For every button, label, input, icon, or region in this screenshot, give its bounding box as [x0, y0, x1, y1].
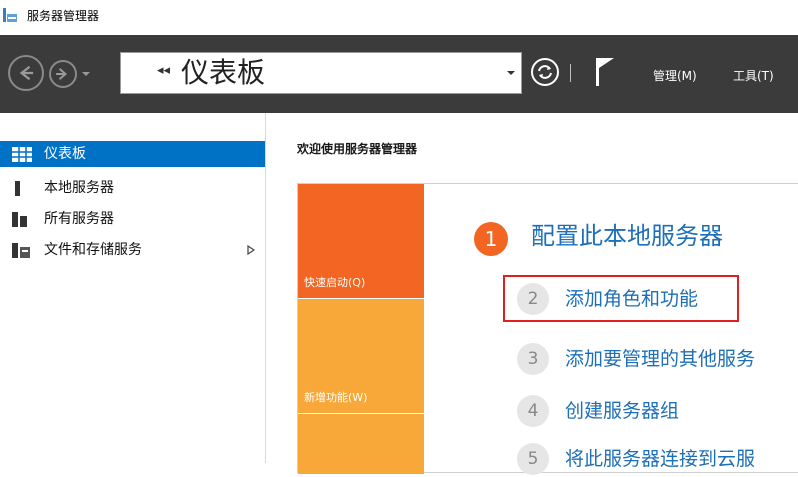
page-title: 欢迎使用服务器管理器 — [297, 142, 418, 156]
quick-start-tile[interactable]: 快速启动(Q) — [298, 184, 424, 298]
back-arrow-icon — [19, 65, 34, 81]
configure-local-server-link[interactable]: 配置此本地服务器 — [531, 218, 723, 254]
toolbar-divider — [570, 64, 571, 82]
forward-button[interactable] — [49, 60, 77, 88]
sidebar-item-label: 文件和存储服务 — [44, 242, 142, 258]
step-number: 3 — [517, 343, 549, 375]
refresh-icon[interactable] — [530, 57, 560, 87]
step-number: 2 — [517, 283, 549, 315]
sidebar-item-file-storage[interactable]: 文件和存储服务 — [0, 237, 265, 263]
learn-more-tile[interactable] — [298, 414, 424, 474]
manage-menu[interactable]: 管理(M) — [653, 67, 697, 84]
file-storage-icon — [12, 243, 30, 258]
server-icon — [15, 181, 20, 196]
toolbar: ◂◂ 仪表板 管理(M) 工具(T) — [0, 35, 798, 113]
sidebar-item-local-server[interactable]: 本地服务器 — [0, 175, 265, 201]
sidebar-item-label: 仪表板 — [44, 146, 86, 162]
forward-arrow-icon — [56, 68, 68, 80]
tile-label: 快速启动(Q) — [304, 276, 366, 289]
back-button[interactable] — [8, 55, 44, 91]
connect-cloud-link[interactable]: 将此服务器连接到云服 — [565, 446, 755, 472]
main-content: 欢迎使用服务器管理器 快速启动(Q) 新增功能(W) 1 配置此本地服务器 2 … — [266, 113, 798, 475]
sidebar-item-label: 本地服务器 — [44, 180, 114, 196]
breadcrumb-chevron-icon: ◂◂ — [157, 63, 171, 78]
sidebar-item-label: 所有服务器 — [44, 211, 114, 227]
history-dropdown-icon[interactable] — [80, 69, 92, 79]
create-server-group-link[interactable]: 创建服务器组 — [565, 398, 679, 424]
add-servers-link[interactable]: 添加要管理的其他服务 — [565, 346, 755, 372]
address-dropdown-icon[interactable] — [506, 69, 516, 77]
expand-arrow-icon[interactable] — [247, 245, 255, 255]
window-title: 服务器管理器 — [27, 9, 100, 23]
tile-label: 新增功能(W) — [304, 391, 368, 404]
notifications-flag-icon[interactable] — [594, 56, 616, 88]
step-number-badge: 1 — [474, 222, 508, 256]
sidebar-item-all-servers[interactable]: 所有服务器 — [0, 206, 265, 232]
sidebar: 仪表板 本地服务器 所有服务器 文件和存储服务 — [0, 113, 266, 463]
step-number: 5 — [517, 443, 549, 475]
dashboard-grid-icon — [12, 147, 32, 162]
whats-new-tile[interactable]: 新增功能(W) — [298, 299, 424, 413]
address-bar[interactable]: ◂◂ 仪表板 — [120, 52, 522, 94]
tools-menu[interactable]: 工具(T) — [733, 67, 774, 84]
add-roles-features-link[interactable]: 添加角色和功能 — [565, 286, 698, 312]
servers-icon — [12, 212, 27, 227]
sidebar-item-dashboard[interactable]: 仪表板 — [0, 141, 265, 167]
title-bar: 服务器管理器 — [0, 0, 798, 35]
server-manager-icon — [3, 8, 17, 22]
address-text: 仪表板 — [181, 56, 266, 89]
step-number: 4 — [517, 395, 549, 427]
